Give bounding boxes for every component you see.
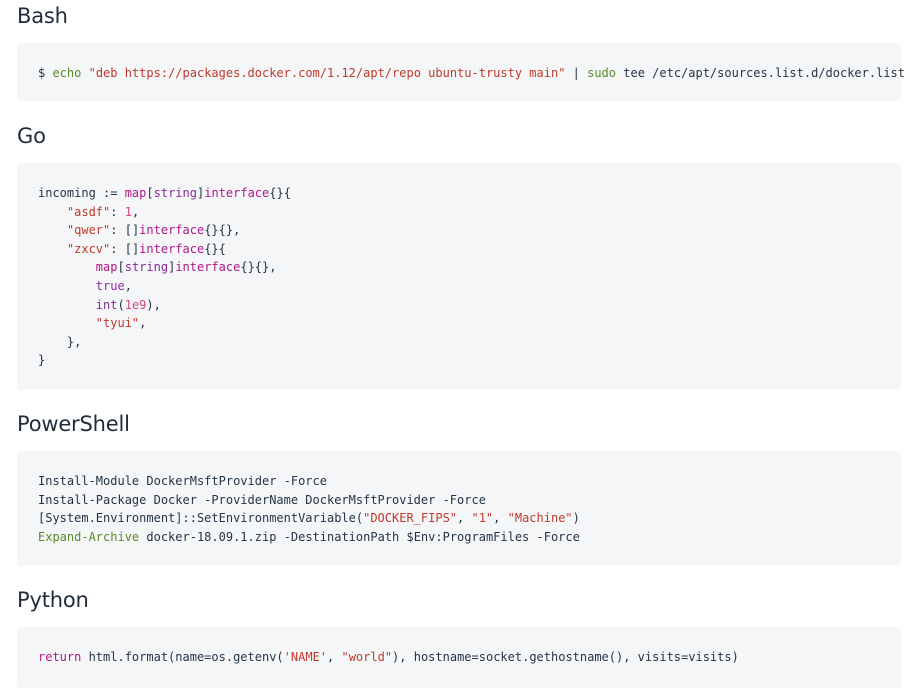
code-token: "Machine" [507,511,573,526]
code-block-bash: $ echo "deb https://packages.docker.com/… [17,43,905,101]
code-block-go: incoming := map[string]interface{}{ "asd… [17,163,901,390]
code-token: : [] [110,223,140,238]
code-python: return html.format(name=os.getenv('NAME'… [38,648,901,667]
code-token: return [38,650,82,664]
code-token: tee /etc/apt/sources.list.d/docker.list [616,66,905,80]
code-token: 1 [124,204,132,219]
code-token: {}{ [269,186,291,200]
code-token: [ [117,260,125,275]
code-token: ), [146,297,161,312]
code-line: } [38,351,901,370]
code-token: true [95,278,125,293]
section-title-go: Go [17,124,46,148]
code-token: "asdf" [66,204,111,219]
code-token: {}{}, [240,260,277,275]
code-token: interface [175,260,241,275]
code-token: sudo [587,66,617,80]
code-token: echo [52,66,82,80]
code-line: Install-Package Docker -ProviderName Doc… [38,491,901,510]
code-token: Expand-Archive [38,529,140,544]
code-line: incoming := map[string]interface{}{ [38,184,901,203]
code-token: 1e9 [124,297,147,312]
code-line: [System.Environment]::SetEnvironmentVari… [38,509,901,528]
code-line: return html.format(name=os.getenv('NAME'… [38,648,901,667]
code-token: string [153,186,197,200]
code-token: ), hostname=socket.gethostname(), visits… [392,650,739,664]
code-line: "asdf": 1, [38,203,901,222]
code-token: "world" [341,650,393,664]
code-line: "tyui", [38,314,901,333]
code-token: "tyui" [95,316,140,331]
code-token: "DOCKER_FIPS" [363,511,458,526]
code-line: "qwer": []interface{}{}, [38,221,901,240]
code-token: map [124,186,147,200]
section-title-python: Python [17,588,89,612]
code-token: {}{ [204,241,226,256]
code-token: : [110,204,125,219]
code-token: "deb https://packages.docker.com/1.12/ap… [88,66,566,80]
code-token: , [493,511,508,526]
code-line: true, [38,277,901,296]
code-token: {}{}, [204,223,241,238]
code-token: docker-18.09.1.zip -DestinationPath $Env… [139,529,580,544]
code-token: "qwer" [66,223,111,238]
code-token: 'NAME' [283,650,328,664]
code-token: : [] [110,241,140,256]
section-title-powershell: PowerShell [17,412,130,436]
code-token: , [139,316,147,331]
code-token: "zxcv" [66,241,111,256]
code-line: Install-Module DockerMsftProvider -Force [38,472,901,491]
code-token: } [38,353,46,368]
section-title-bash: Bash [17,4,68,28]
code-line: int(1e9), [38,296,901,315]
code-block-powershell: Install-Module DockerMsftProvider -Force… [17,451,901,566]
code-go: incoming := map[string]interface{}{ "asd… [38,184,901,370]
code-token: incoming := [38,186,125,200]
code-token: , [124,278,132,293]
code-line: Expand-Archive docker-18.09.1.zip -Desti… [38,528,901,547]
code-token: , [457,511,472,526]
code-token: | [565,66,588,80]
code-token: interface [139,223,205,238]
code-token: $ [38,66,53,80]
code-line: "zxcv": []interface{}{ [38,240,901,259]
code-token: [ [146,186,154,200]
code-token: ( [117,297,125,312]
code-token: [System.Environment]::SetEnvironmentVari… [38,511,364,526]
code-line: $ echo "deb https://packages.docker.com/… [38,64,905,83]
code-bash: $ echo "deb https://packages.docker.com/… [38,64,905,83]
code-token: int [95,297,118,312]
code-token: , [327,650,342,664]
code-line: map[string]interface{}{}, [38,258,901,277]
code-block-python: return html.format(name=os.getenv('NAME'… [17,627,901,688]
code-token: "1" [471,511,494,526]
code-line: }, [38,333,901,352]
code-token: interface [139,241,205,256]
code-token: , [131,204,140,219]
code-token: interface [204,186,270,200]
code-token: ) [572,511,580,526]
code-token: }, [38,334,82,349]
code-token: map [95,260,118,275]
code-token: Install-Module DockerMsftProvider -Force [38,474,327,488]
code-token: Install-Package Docker -ProviderName Doc… [38,492,486,507]
code-token: string [124,260,169,275]
code-token: html.format(name=os.getenv( [81,650,284,664]
code-powershell: Install-Module DockerMsftProvider -Force… [38,472,901,546]
